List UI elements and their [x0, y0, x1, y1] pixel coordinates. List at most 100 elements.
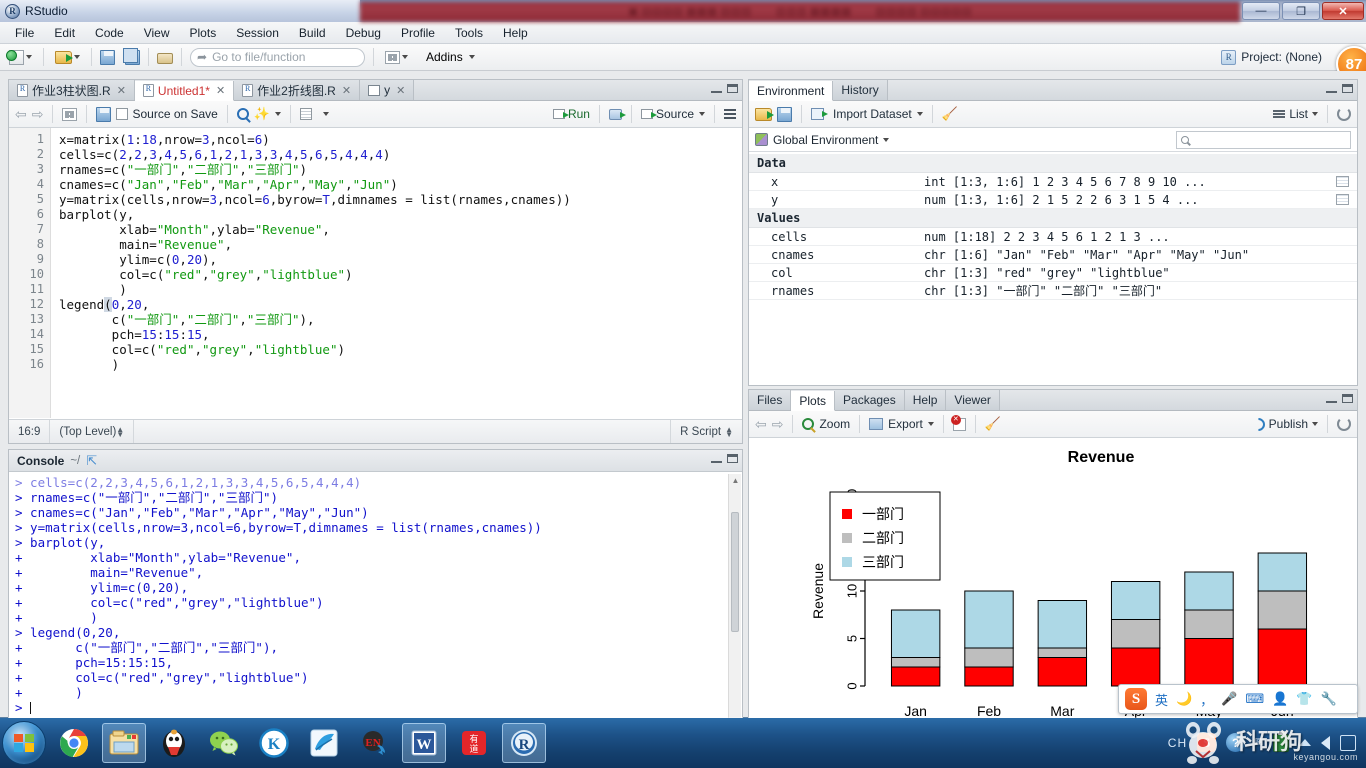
- tab-environment[interactable]: Environment: [749, 81, 834, 101]
- chevron-down-icon[interactable]: [275, 112, 282, 116]
- chevron-down-icon[interactable]: [883, 137, 890, 142]
- source-tab-homework3[interactable]: 作业3柱状图.R ✕: [9, 80, 135, 100]
- code-line[interactable]: ylim=c(0,20),: [59, 252, 742, 267]
- minimize-pane-icon[interactable]: [1326, 394, 1337, 403]
- menu-code[interactable]: Code: [86, 24, 133, 42]
- filetype-updown-icon[interactable]: ▲ ▼: [725, 425, 733, 438]
- code-line[interactable]: barplot(y,: [59, 207, 742, 222]
- code-line[interactable]: col=c("red","grey","lightblue"): [59, 342, 742, 357]
- source-pane-window-buttons[interactable]: [711, 84, 738, 93]
- goto-file-input[interactable]: [212, 50, 348, 64]
- code-line[interactable]: legend(0,20,: [59, 297, 742, 312]
- moon-icon[interactable]: 🌙: [1176, 691, 1192, 707]
- source-tab-untitled1[interactable]: Untitled1* ✕: [134, 81, 235, 101]
- rerun-icon[interactable]: [608, 108, 626, 120]
- taskbar-wechat-icon[interactable]: [202, 723, 246, 763]
- environment-object-row[interactable]: rnames chr [1:3] "一部门" "二部门" "三部门": [749, 282, 1357, 300]
- scrollbar-thumb[interactable]: [731, 512, 739, 632]
- clear-plots-icon[interactable]: 🧹: [985, 416, 1001, 432]
- chevron-down-icon[interactable]: [323, 112, 330, 116]
- view-mode-selector[interactable]: List: [1273, 107, 1318, 121]
- menu-profile[interactable]: Profile: [392, 24, 444, 42]
- close-tab-icon[interactable]: ✕: [117, 84, 126, 97]
- close-tab-icon[interactable]: ✕: [342, 84, 351, 97]
- pane-layout-button[interactable]: [382, 50, 411, 65]
- maximize-pane-icon[interactable]: [727, 454, 738, 463]
- chevron-down-icon[interactable]: [916, 112, 923, 116]
- maximize-pane-icon[interactable]: [727, 84, 738, 93]
- remove-plot-icon[interactable]: [950, 414, 966, 431]
- chevron-down-icon[interactable]: [26, 55, 32, 59]
- project-selector[interactable]: R Project: (None): [1221, 49, 1322, 65]
- code-editor[interactable]: 1 2 3 4 5 6 7 8 9 10 11 12 13 14 15 16 x=matrix(1:18,nr…: [9, 128, 742, 418]
- new-file-button[interactable]: [6, 49, 35, 66]
- save-icon[interactable]: [96, 106, 112, 122]
- previous-plot-icon[interactable]: ⇦: [755, 416, 767, 433]
- skin-icon[interactable]: 👕: [1296, 691, 1312, 707]
- code-line[interactable]: ): [59, 282, 742, 297]
- taskbar-endnote-icon[interactable]: EN: [352, 723, 396, 763]
- plots-toolbar[interactable]: ⇦ ⇨ Zoom Export 🧹 Publish: [749, 411, 1357, 438]
- compile-report-icon[interactable]: [300, 108, 313, 120]
- taskbar-qq-icon[interactable]: [152, 723, 196, 763]
- view-data-grid-icon[interactable]: [1336, 176, 1349, 187]
- source-button[interactable]: Source: [640, 107, 694, 121]
- menu-session[interactable]: Session: [227, 24, 288, 42]
- menu-build[interactable]: Build: [290, 24, 335, 42]
- source-on-save-toggle[interactable]: Source on Save: [116, 107, 218, 121]
- code-lines[interactable]: x=matrix(1:18,nrow=3,ncol=6) cells=c(2,2,…: [51, 128, 742, 418]
- code-line[interactable]: col=c("red","grey","lightblue"): [59, 267, 742, 282]
- run-button[interactable]: Run: [552, 107, 590, 121]
- publish-button[interactable]: Publish: [1248, 414, 1318, 434]
- microphone-icon[interactable]: 🎤: [1221, 691, 1237, 707]
- print-icon[interactable]: [157, 52, 173, 64]
- find-replace-icon[interactable]: [236, 108, 249, 120]
- maximize-pane-icon[interactable]: [1342, 84, 1353, 93]
- code-line[interactable]: y=matrix(cells,nrow=3,ncol=6,byrow=T,dim…: [59, 192, 742, 207]
- taskbar-kingsoft-icon[interactable]: K: [252, 723, 296, 763]
- refresh-icon[interactable]: [1337, 107, 1351, 121]
- menu-file[interactable]: File: [6, 24, 43, 42]
- menu-help[interactable]: Help: [494, 24, 537, 42]
- export-label[interactable]: Export: [888, 417, 923, 431]
- comma-icon[interactable]: ，: [1200, 690, 1213, 709]
- taskbar-foxmail-icon[interactable]: [302, 723, 346, 763]
- environment-tab-strip[interactable]: Environment History: [749, 80, 1357, 101]
- zoom-label[interactable]: Zoom: [819, 417, 850, 431]
- sogou-ime-toolbar[interactable]: S 英 🌙 ， 🎤 ⌨ 👤 👕 🔧: [1118, 684, 1358, 714]
- code-line[interactable]: c("一部门","二部门","三部门"),: [59, 312, 742, 327]
- close-button[interactable]: ✕: [1322, 2, 1364, 20]
- chevron-down-icon[interactable]: [1312, 422, 1318, 426]
- next-plot-icon[interactable]: ⇨: [772, 416, 784, 433]
- menu-edit[interactable]: Edit: [45, 24, 84, 42]
- window-controls[interactable]: — ❐ ✕: [1242, 2, 1364, 20]
- sogou-logo-icon[interactable]: S: [1125, 688, 1147, 710]
- environment-search-input[interactable]: [1176, 130, 1351, 149]
- code-line[interactable]: ): [59, 357, 742, 372]
- environment-scope-row[interactable]: Global Environment: [749, 128, 1357, 152]
- chevron-down-icon[interactable]: [699, 112, 705, 116]
- taskbar-youdao-icon[interactable]: 有 道: [452, 723, 496, 763]
- code-tools-icon[interactable]: ✨: [254, 106, 270, 122]
- plots-pane-window-buttons[interactable]: [1326, 394, 1353, 403]
- taskbar-rstudio-icon[interactable]: R: [502, 722, 546, 763]
- close-tab-icon[interactable]: ✕: [396, 84, 405, 97]
- start-button[interactable]: [2, 720, 46, 765]
- minimize-pane-icon[interactable]: [711, 454, 722, 463]
- code-line[interactable]: x=matrix(1:18,nrow=3,ncol=6): [59, 132, 742, 147]
- goto-file-function-search[interactable]: ➦: [190, 47, 365, 67]
- maximize-button[interactable]: ❐: [1282, 2, 1320, 20]
- global-environment-selector[interactable]: Global Environment: [755, 133, 890, 147]
- tab-plots[interactable]: Plots: [791, 391, 836, 411]
- console-pane-window-buttons[interactable]: [711, 454, 738, 463]
- open-file-button[interactable]: [52, 50, 83, 65]
- environment-object-row[interactable]: cnames chr [1:6] "Jan" "Feb" "Mar" "Apr" …: [749, 246, 1357, 264]
- document-outline-icon[interactable]: [724, 108, 736, 120]
- wrench-icon[interactable]: 🔧: [1321, 691, 1337, 707]
- load-workspace-icon[interactable]: [755, 107, 774, 121]
- refresh-icon[interactable]: [1337, 417, 1351, 431]
- source-tab-strip[interactable]: 作业3柱状图.R ✕ Untitled1* ✕ 作业2折线图.R ✕ y ✕: [9, 80, 742, 101]
- scope-updown-icon[interactable]: ▲ ▼: [116, 425, 124, 438]
- chevron-down-icon[interactable]: [927, 422, 934, 426]
- close-tab-icon[interactable]: ✕: [216, 84, 225, 97]
